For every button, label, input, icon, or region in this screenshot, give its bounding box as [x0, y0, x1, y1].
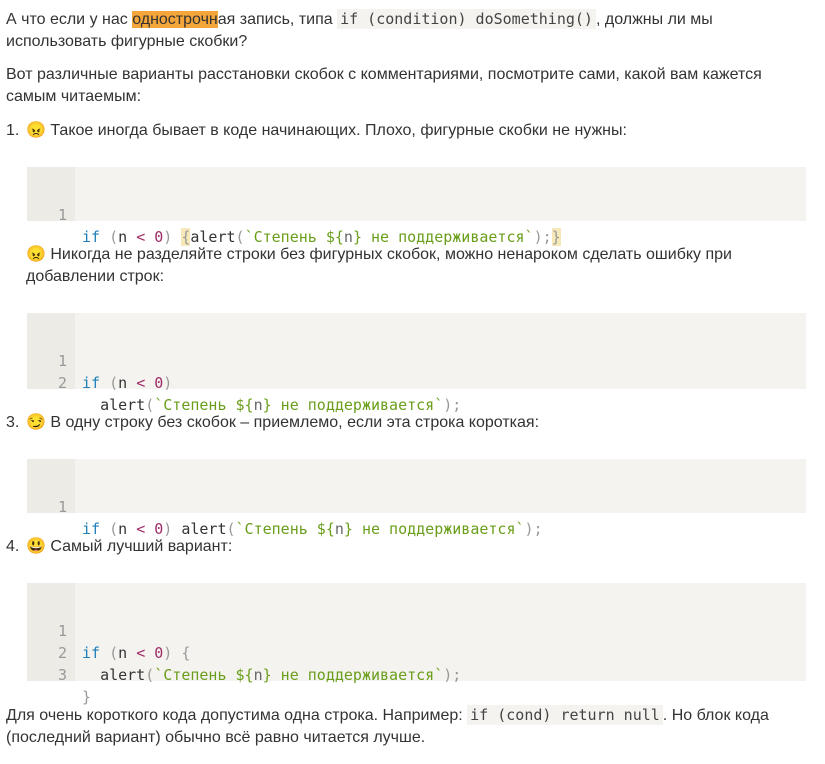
code-token: (: [145, 666, 155, 684]
code-block: 1 if (n < 0) { 2 alert(`Степень ${n} не …: [27, 583, 806, 706]
intro-text-2: ая запись, типа: [217, 11, 338, 28]
code-token: if: [82, 644, 101, 662]
code-token: n: [118, 374, 128, 392]
article: А что если у нас однострочная запись, ти…: [0, 0, 825, 764]
line-number: 1: [57, 498, 67, 516]
intro-paragraph: А что если у нас однострочная запись, ти…: [6, 8, 796, 53]
code-line: 2 alert(`Степень ${n} не поддерживается`…: [27, 620, 461, 684]
code-token: } не поддерживается`: [262, 666, 444, 684]
code-token: n: [118, 644, 128, 662]
line-number: 3: [57, 666, 67, 684]
code-token: ): [163, 644, 173, 662]
code-block: 1 if (n < 0) alert(`Степень ${n} не подд…: [27, 459, 806, 538]
code-block: 1 if (n < 0) 2 alert(`Степень ${n} не по…: [27, 313, 806, 414]
code-token: n: [253, 666, 263, 684]
list-item: 3. 😏 В одну строку без скобок – приемлемо…: [6, 412, 796, 434]
code-token: alert: [100, 666, 146, 684]
code-token: ): [163, 374, 173, 392]
outro-paragraph: Для очень короткого кода допустима одна …: [6, 704, 806, 749]
code-line: 1 if (n < 0): [27, 328, 172, 392]
list-item: 1. 😠 Такое иногда бывает в коде начинающи…: [6, 120, 796, 142]
variants-paragraph: Вот различные варианты расстановки скобо…: [6, 66, 762, 105]
code-token: {: [181, 644, 191, 662]
code-token: (: [109, 374, 119, 392]
code-line: 2 alert(`Степень ${n} не поддерживается`…: [27, 350, 461, 414]
code-token: ;: [452, 666, 462, 684]
code-token: <: [136, 644, 146, 662]
line-number: 1: [57, 206, 67, 224]
intro-text: А что если у нас: [6, 11, 133, 28]
code-line: 3 }: [27, 642, 91, 706]
code-token: <: [136, 374, 146, 392]
code-token: 0: [154, 644, 164, 662]
code-line: 1 if (n < 0) {: [27, 598, 190, 662]
list-number: 4.: [6, 538, 20, 555]
list-text: 😃 Самый лучший вариант:: [26, 538, 233, 555]
list-text: 😠 Никогда не разделяйте строки без фигур…: [26, 246, 732, 285]
outro-text: Для очень короткого кода допустима одна …: [6, 707, 468, 724]
list-item: 2.😠 Никогда не разделяйте строки без фиг…: [6, 244, 796, 288]
list-item: 4. 😃 Самый лучший вариант:: [6, 536, 796, 558]
list-text: 😏 В одну строку без скобок – приемлемо, …: [26, 414, 540, 431]
code-line: 1 if (n < 0) {alert(`Степень ${n} не под…: [27, 182, 561, 246]
search-highlight: однострочн: [132, 11, 218, 28]
code-token: ): [443, 666, 453, 684]
inline-code: if (cond) return null: [467, 705, 663, 725]
code-line: 1 if (n < 0) alert(`Степень ${n} не подд…: [27, 474, 543, 538]
inline-code: if (condition) doSomething(): [337, 9, 596, 29]
list-number: 3.: [6, 414, 20, 431]
list-number: 1.: [6, 122, 20, 139]
code-token: `Степень ${: [154, 666, 254, 684]
list-text: 😠 Такое иногда бывает в коде начинающих.…: [26, 122, 627, 139]
line-number: 2: [57, 374, 67, 392]
code-token: (: [109, 644, 119, 662]
code-token: 0: [154, 374, 164, 392]
list-number: 2.: [6, 244, 26, 266]
code-token: if: [82, 374, 101, 392]
code-block: 1 if (n < 0) {alert(`Степень ${n} не под…: [27, 167, 806, 246]
